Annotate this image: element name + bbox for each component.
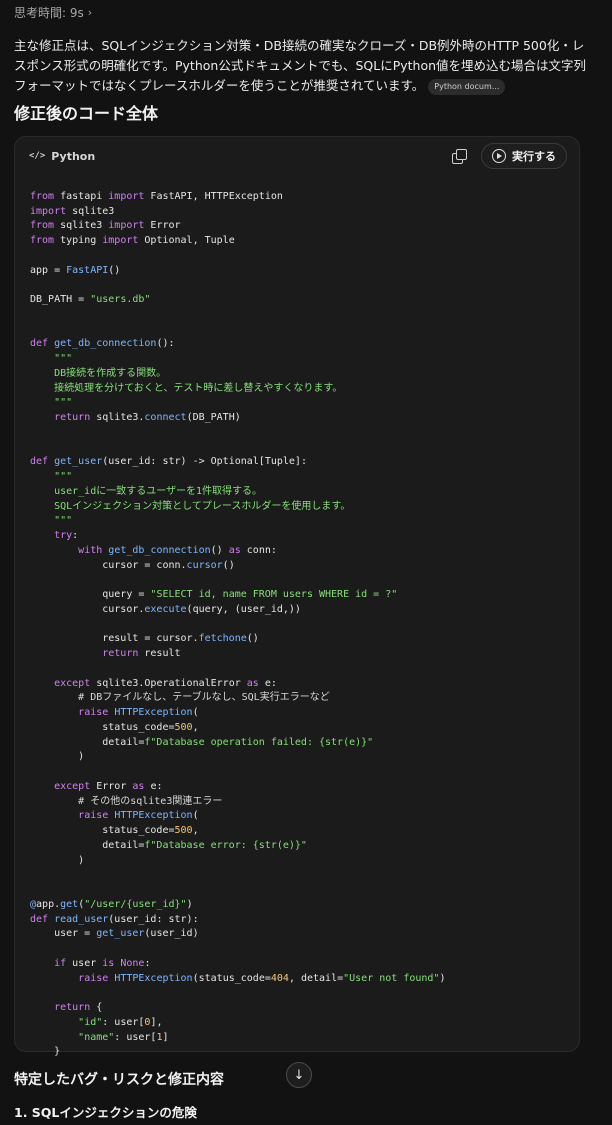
next-section-heading: 特定したバグ・リスクと修正内容 [14, 1072, 224, 1088]
arrow-down-icon: ↓ [293, 1067, 305, 1083]
chevron-right-icon: › [87, 6, 93, 19]
run-button-label: 実行する [512, 150, 556, 163]
code-icon: </> [29, 151, 46, 161]
summary-paragraph: 主な修正点は、SQLインジェクション対策・DB接続の確実なクローズ・DB例外時の… [14, 36, 594, 96]
code-block-header: </> Python 実行する [15, 137, 579, 175]
code-block: </> Python 実行する from fastapi import Fast… [14, 136, 580, 1057]
code-content: from fastapi import FastAPI, HTTPExcepti… [30, 190, 446, 1058]
scroll-down-button[interactable]: ↓ [286, 1062, 312, 1088]
play-icon [492, 149, 506, 163]
copy-icon[interactable] [451, 148, 467, 164]
subsection-heading: 1. SQLインジェクションの危険 [14, 1105, 197, 1120]
source-chip[interactable]: Python docum... [428, 78, 506, 95]
run-button[interactable]: 実行する [481, 143, 567, 169]
code-language-label: Python [51, 149, 96, 163]
thinking-time-toggle[interactable]: 思考時間: 9s › [14, 4, 92, 21]
code-language: </> Python [29, 150, 95, 163]
thinking-time-label: 思考時間: 9s [14, 6, 84, 20]
section-heading: 修正後のコード全体 [14, 104, 159, 123]
